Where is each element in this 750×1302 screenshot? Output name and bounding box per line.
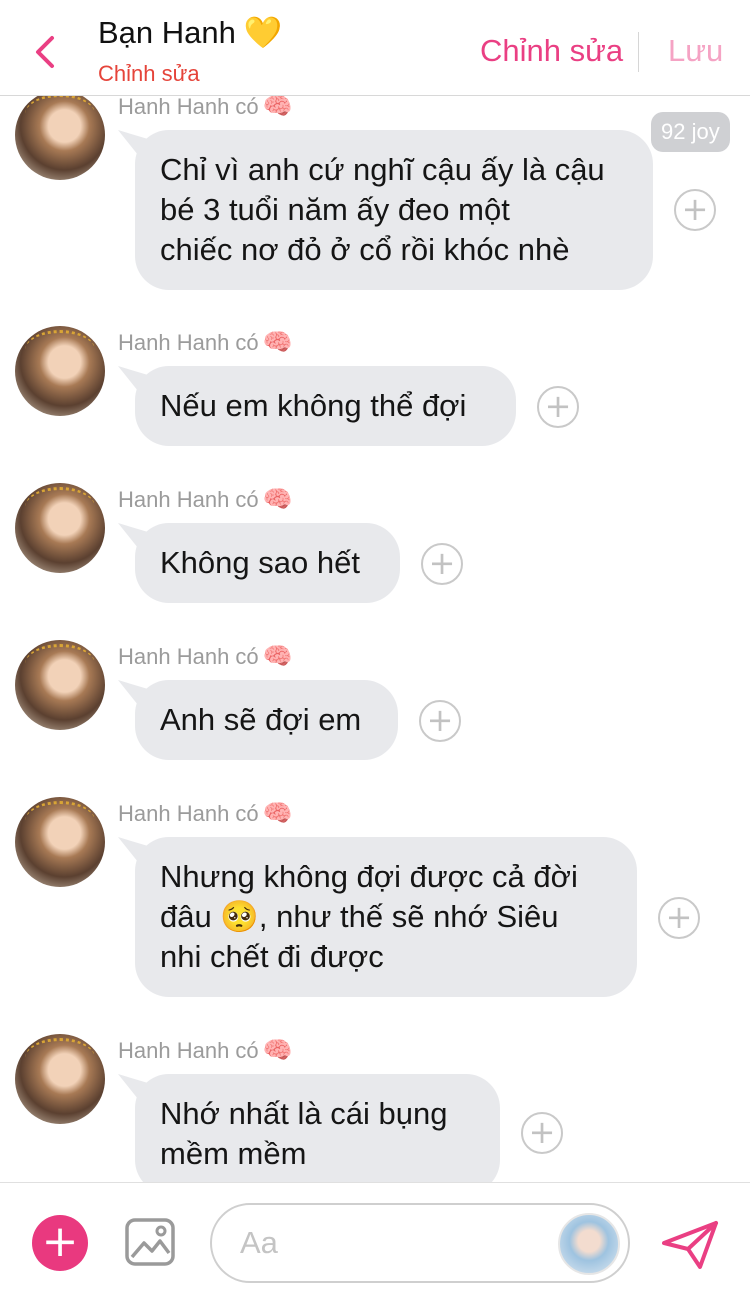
message-line: mềm mềm [160,1136,307,1171]
message-input[interactable] [240,1223,540,1263]
brain-emoji: 🧠 [262,800,293,827]
sender-name-text: Hanh Hanh có [118,330,259,355]
header-divider [638,32,639,72]
chat-title: Bạn Hanh 💛 [98,14,283,51]
sender-avatar[interactable] [15,640,105,730]
sender-name-text: Hanh Hanh có [118,644,259,669]
brain-emoji: 🧠 [262,1037,293,1064]
message-line: Nhớ nhất là cái bụng [160,1096,448,1131]
yellow-heart-emoji: 💛 [243,15,283,50]
message-bubble[interactable]: Anh sẽ đợi em [135,680,398,760]
user-avatar[interactable] [558,1213,620,1275]
brain-emoji: 🧠 [262,486,293,513]
message-input-box[interactable] [210,1203,630,1283]
chat-header: Bạn Hanh 💛 Chỉnh sửa Chỉnh sửa Lưu [0,0,750,96]
message-list[interactable]: Hanh Hanh có 🧠 92 joy Chỉ vì anh cứ nghĩ … [0,96,750,1182]
sender-name: Hanh Hanh có 🧠 [118,485,293,514]
sender-name-text: Hanh Hanh có [118,1038,259,1063]
composer-bar: + [0,1182,750,1302]
message-line: chiếc nơ đỏ ở cổ rồi khóc nhè [160,232,570,267]
sender-avatar[interactable] [15,326,105,416]
message-line: nhi chết đi được [160,939,384,974]
avatar-decoration [25,330,95,370]
sender-name-text: Hanh Hanh có [118,96,259,119]
sender-name-text: Hanh Hanh có [118,487,259,512]
add-reaction-button[interactable]: + [658,897,700,939]
message-line: Không sao hết [160,545,360,580]
back-chevron-icon[interactable] [26,30,66,74]
add-reaction-button[interactable]: + [521,1112,563,1154]
message-bubble[interactable]: Nhớ nhất là cái bụng mềm mềm [135,1074,500,1182]
message-line: Nếu em không thể đợi [160,388,467,423]
sender-avatar[interactable] [15,797,105,887]
sender-name: Hanh Hanh có 🧠 [118,799,293,828]
sender-avatar[interactable] [15,96,105,180]
edit-button[interactable]: Chỉnh sửa [480,33,623,69]
add-content-button[interactable]: + [32,1215,88,1271]
message-line: Anh sẽ đợi em [160,702,362,737]
avatar-decoration [25,1038,95,1078]
sender-name: Hanh Hanh có 🧠 [118,1036,293,1065]
add-reaction-button[interactable]: + [421,543,463,585]
sender-name: Hanh Hanh có 🧠 [118,642,293,671]
message-line: Nhưng không đợi được cả đời [160,859,578,894]
message-bubble[interactable]: Nếu em không thể đợi [135,366,516,446]
add-reaction-button[interactable]: + [674,189,716,231]
message-bubble[interactable]: Nhưng không đợi được cả đời đâu 🥺, như t… [135,837,637,997]
brain-emoji: 🧠 [262,329,293,356]
send-icon[interactable] [660,1219,720,1271]
message-line: đâu 🥺, như thế sẽ nhớ Siêu [160,899,559,934]
sender-name: Hanh Hanh có 🧠 [118,328,293,357]
sender-avatar[interactable] [15,483,105,573]
message-line: Chỉ vì anh cứ nghĩ cậu ấy là cậu [160,152,605,187]
sender-name: Hanh Hanh có 🧠 [118,96,293,121]
message-bubble[interactable]: Chỉ vì anh cứ nghĩ cậu ấy là cậu bé 3 tu… [135,130,653,290]
image-icon[interactable] [124,1217,176,1267]
message-bubble[interactable]: Không sao hết [135,523,400,603]
sender-name-text: Hanh Hanh có [118,801,259,826]
add-reaction-button[interactable]: + [419,700,461,742]
brain-emoji: 🧠 [262,643,293,670]
avatar-decoration [25,487,95,527]
save-button[interactable]: Lưu [668,33,723,69]
chat-title-text: Bạn Hanh [98,15,236,50]
avatar-decoration [25,644,95,684]
brain-emoji: 🧠 [262,96,293,120]
add-reaction-button[interactable]: + [537,386,579,428]
message-line: bé 3 tuổi năm ấy đeo một [160,192,510,227]
avatar-decoration [25,801,95,841]
joy-badge: 92 joy [651,112,730,152]
chat-subtitle[interactable]: Chỉnh sửa [98,61,200,87]
avatar-decoration [25,96,95,134]
sender-avatar[interactable] [15,1034,105,1124]
